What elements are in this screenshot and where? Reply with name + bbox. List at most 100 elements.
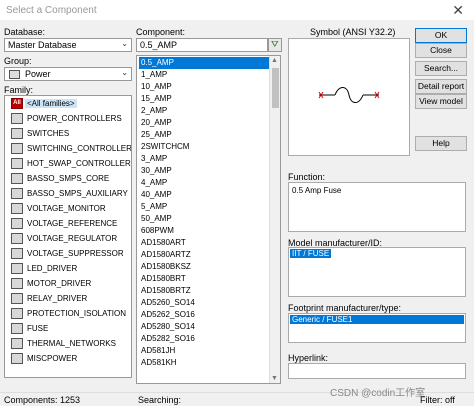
list-item[interactable]: AD5262_SO16 — [139, 309, 269, 321]
title-bar: Select a Component ✕ — [0, 0, 474, 20]
close-button[interactable]: Close — [415, 43, 467, 58]
family-item[interactable]: FUSE — [7, 322, 131, 336]
family-item-all[interactable]: All <All families> — [7, 97, 131, 111]
list-item[interactable]: 5_AMP — [139, 201, 269, 213]
footprint-value[interactable]: Generic / FUSE1 — [290, 315, 464, 324]
list-item[interactable]: 0.5_AMP — [139, 57, 269, 69]
list-item[interactable]: AD581JH — [139, 345, 269, 357]
family-item[interactable]: RELAY_DRIVER — [7, 292, 131, 306]
family-item-label: MISCPOWER — [27, 354, 78, 363]
family-item-label: VOLTAGE_MONITOR — [27, 204, 106, 213]
switching-controller-icon — [11, 143, 23, 154]
close-window-icon[interactable]: ✕ — [452, 2, 464, 19]
list-item[interactable]: AD1580BRT — [139, 273, 269, 285]
list-item[interactable]: AD581KH — [139, 357, 269, 369]
family-item-label: HOT_SWAP_CONTROLLER — [27, 159, 131, 168]
family-item[interactable]: MISCPOWER — [7, 352, 131, 366]
list-item[interactable]: 40_AMP — [139, 189, 269, 201]
family-list[interactable]: All <All families> POWER_CONTROLLERS SWI… — [4, 95, 132, 378]
list-item[interactable]: 608PWM — [139, 225, 269, 237]
list-item[interactable]: 15_AMP — [139, 93, 269, 105]
family-item[interactable]: VOLTAGE_SUPPRESSOR — [7, 247, 131, 261]
family-item[interactable]: VOLTAGE_REFERENCE — [7, 217, 131, 231]
family-item-label: BASSO_SMPS_CORE — [27, 174, 110, 183]
component-list-scrollbar[interactable]: ▲ ▼ — [269, 56, 280, 383]
components-count: Components: 1253 — [4, 395, 81, 405]
list-item[interactable]: 3_AMP — [139, 153, 269, 165]
scrollbar-thumb[interactable] — [272, 68, 279, 108]
voltage-reference-icon — [11, 218, 23, 229]
model-list[interactable]: IIT / FUSE — [288, 247, 466, 297]
function-value: 0.5 Amp Fuse — [292, 186, 342, 195]
family-item[interactable]: BASSO_SMPS_AUXILIARY — [7, 187, 131, 201]
family-item[interactable]: MOTOR_DRIVER — [7, 277, 131, 291]
family-label: Family: — [4, 85, 33, 95]
power-group-icon — [9, 70, 20, 79]
family-item[interactable]: LED_DRIVER — [7, 262, 131, 276]
voltage-regulator-icon — [11, 233, 23, 244]
window-title: Select a Component — [6, 5, 97, 16]
family-item-label: SWITCHES — [27, 129, 70, 138]
switch-icon — [11, 128, 23, 139]
scroll-down-icon[interactable]: ▼ — [271, 375, 278, 382]
component-list[interactable]: 0.5_AMP 1_AMP 10_AMP 15_AMP 2_AMP 20_AMP… — [136, 55, 281, 384]
family-item[interactable]: POWER_CONTROLLERS — [7, 112, 131, 126]
list-item[interactable]: AD1580BKSZ — [139, 261, 269, 273]
list-item[interactable]: 50_AMP — [139, 213, 269, 225]
model-value[interactable]: IIT / FUSE — [290, 249, 332, 258]
list-item[interactable]: AD5282_SO16 — [139, 333, 269, 345]
list-item[interactable]: 20_AMP — [139, 117, 269, 129]
hyperlink-field[interactable] — [288, 363, 466, 379]
footprint-list[interactable]: Generic / FUSE1 — [288, 313, 466, 343]
list-item[interactable]: AD5280_SO14 — [139, 321, 269, 333]
family-item-label: VOLTAGE_REGULATOR — [27, 234, 118, 243]
all-families-icon: All — [11, 98, 23, 109]
ok-button[interactable]: OK — [415, 28, 467, 43]
family-item[interactable]: THERMAL_NETWORKS — [7, 337, 131, 351]
list-item[interactable]: 4_AMP — [139, 177, 269, 189]
list-item[interactable]: 30_AMP — [139, 165, 269, 177]
list-item[interactable]: 10_AMP — [139, 81, 269, 93]
component-input[interactable]: 0.5_AMP — [136, 38, 268, 52]
motor-driver-icon — [11, 278, 23, 289]
hot-swap-icon — [11, 158, 23, 169]
symbol-label: Symbol (ANSI Y32.2) — [310, 27, 396, 37]
filter-button[interactable]: ⛛ — [268, 38, 282, 52]
database-select[interactable]: Master Database ⌄ — [4, 38, 132, 52]
family-item[interactable]: SWITCHES — [7, 127, 131, 141]
group-select[interactable]: Power ⌄ — [4, 67, 132, 81]
list-item[interactable]: 25_AMP — [139, 129, 269, 141]
list-item[interactable]: 2_AMP — [139, 105, 269, 117]
searching-status: Searching: — [138, 395, 182, 405]
family-item[interactable]: VOLTAGE_REGULATOR — [7, 232, 131, 246]
list-item[interactable]: AD1580ART — [139, 237, 269, 249]
basso-aux-icon — [11, 188, 23, 199]
list-item[interactable]: 1_AMP — [139, 69, 269, 81]
view-model-button[interactable]: View model — [415, 94, 467, 109]
power-controller-icon — [11, 113, 23, 124]
list-item[interactable]: AD5260_SO14 — [139, 297, 269, 309]
family-item-label: VOLTAGE_REFERENCE — [27, 219, 118, 228]
basso-core-icon — [11, 173, 23, 184]
filter-status: Filter: off — [420, 395, 455, 405]
family-item[interactable]: PROTECTION_ISOLATION — [7, 307, 131, 321]
help-button[interactable]: Help — [415, 136, 467, 151]
scroll-up-icon[interactable]: ▲ — [271, 57, 278, 64]
family-item[interactable]: VOLTAGE_MONITOR — [7, 202, 131, 216]
family-item[interactable]: HOT_SWAP_CONTROLLER — [7, 157, 131, 171]
database-label: Database: — [4, 27, 46, 37]
list-item[interactable]: AD1580BRTZ — [139, 285, 269, 297]
detail-report-button[interactable]: Detail report — [415, 79, 467, 94]
family-item-label: SWITCHING_CONTROLLER — [27, 144, 132, 153]
family-item[interactable]: BASSO_SMPS_CORE — [7, 172, 131, 186]
family-item[interactable]: SWITCHING_CONTROLLER — [7, 142, 131, 156]
search-button[interactable]: Search... — [415, 61, 467, 76]
family-item-label: BASSO_SMPS_AUXILIARY — [27, 189, 128, 198]
hyperlink-label: Hyperlink: — [288, 353, 329, 363]
component-label: Component: — [136, 27, 186, 37]
list-item[interactable]: AD1580ARTZ — [139, 249, 269, 261]
chevron-down-icon: ⌄ — [121, 68, 128, 77]
misc-power-icon — [11, 353, 23, 364]
list-item[interactable]: 2SWITCHCM — [139, 141, 269, 153]
family-item-label: POWER_CONTROLLERS — [27, 114, 122, 123]
